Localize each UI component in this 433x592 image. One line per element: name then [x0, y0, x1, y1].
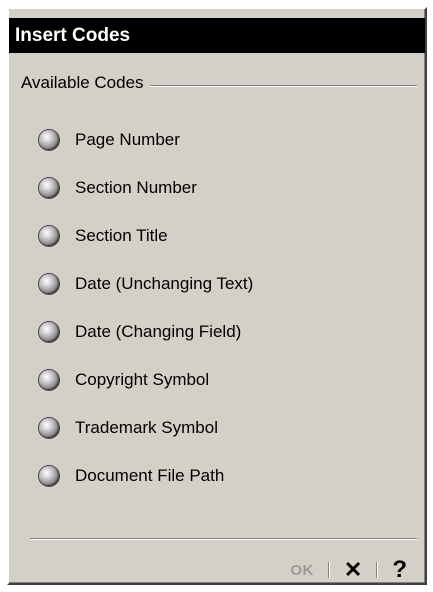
radio-button-icon[interactable]	[39, 274, 59, 294]
option-date-unchanging-text[interactable]: Date (Unchanging Text)	[39, 260, 253, 308]
option-label: Section Title	[75, 226, 168, 245]
radio-button-icon[interactable]	[39, 466, 59, 486]
available-codes-group-label: Available Codes	[21, 73, 150, 93]
option-label: Section Number	[75, 178, 197, 197]
button-separator	[327, 562, 330, 578]
option-date-changing-field[interactable]: Date (Changing Field)	[39, 308, 253, 356]
dialog-button-row: OK ✕ ?	[290, 558, 407, 582]
radio-button-icon[interactable]	[39, 322, 59, 342]
option-label: Page Number	[75, 130, 180, 149]
radio-button-icon[interactable]	[39, 130, 59, 150]
radio-button-icon[interactable]	[39, 370, 59, 390]
option-label: Date (Changing Field)	[75, 322, 242, 341]
window-title: Insert Codes	[9, 18, 425, 53]
insert-codes-dialog: Insert Codes Available Codes Page Number…	[7, 7, 427, 585]
option-page-number[interactable]: Page Number	[39, 116, 253, 164]
radio-button-icon[interactable]	[39, 226, 59, 246]
option-section-title[interactable]: Section Title	[39, 212, 253, 260]
option-label: Document File Path	[75, 466, 225, 485]
ok-button[interactable]: OK	[290, 562, 314, 579]
codes-option-list: Page Number Section Number Section Title…	[39, 116, 253, 500]
button-separator	[376, 562, 379, 578]
radio-button-icon[interactable]	[39, 178, 59, 198]
help-icon[interactable]: ?	[392, 558, 407, 582]
option-section-number[interactable]: Section Number	[39, 164, 253, 212]
option-trademark-symbol[interactable]: Trademark Symbol	[39, 404, 253, 452]
footer-divider	[30, 538, 417, 540]
option-label: Date (Unchanging Text)	[75, 274, 254, 293]
option-label: Copyright Symbol	[75, 370, 210, 389]
option-copyright-symbol[interactable]: Copyright Symbol	[39, 356, 253, 404]
option-document-file-path[interactable]: Document File Path	[39, 452, 253, 500]
close-icon[interactable]: ✕	[344, 559, 362, 581]
radio-button-icon[interactable]	[39, 418, 59, 438]
option-label: Trademark Symbol	[75, 418, 218, 437]
